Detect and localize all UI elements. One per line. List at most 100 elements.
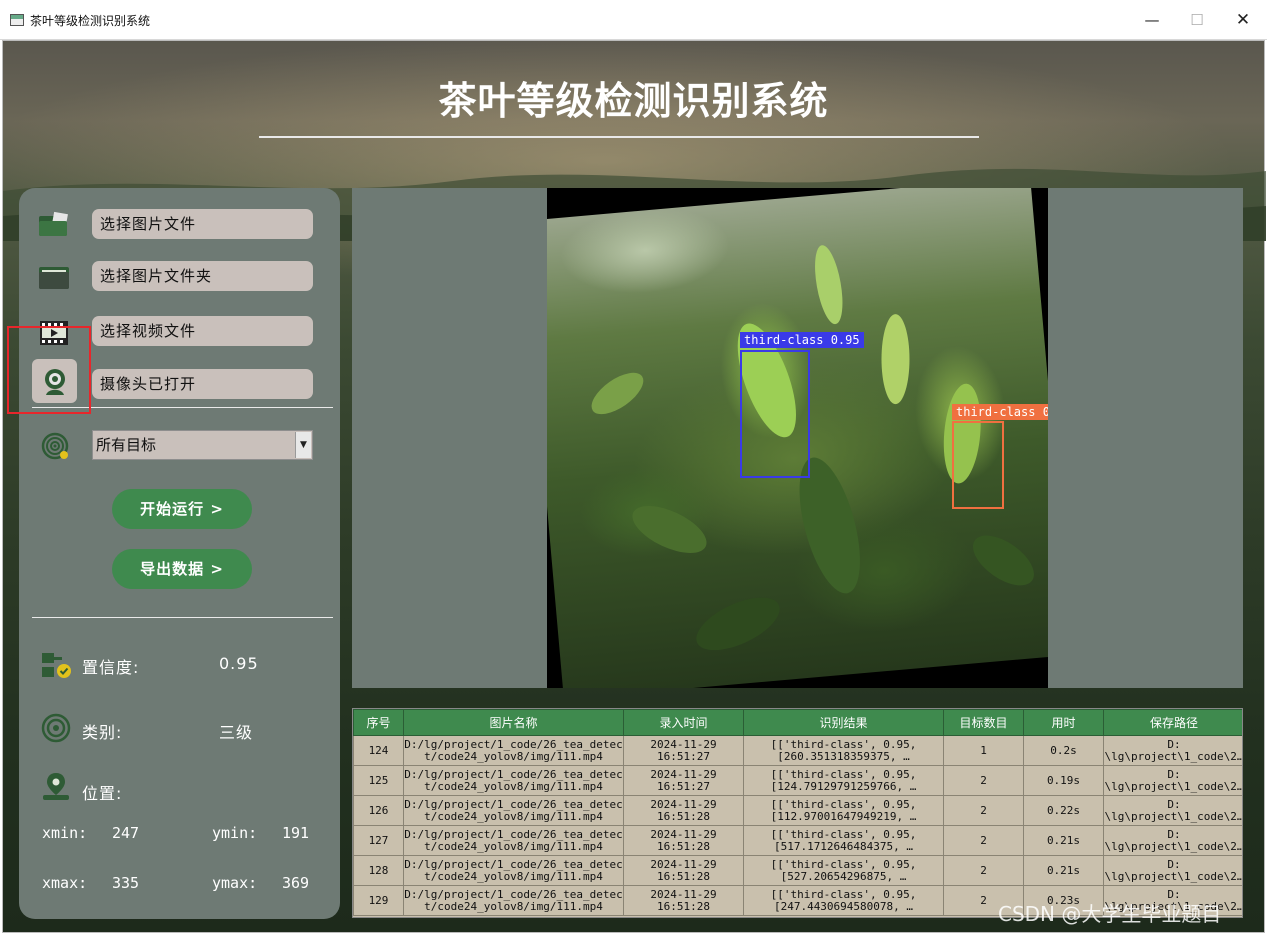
column-header[interactable]: 用时	[1023, 709, 1104, 736]
detection-box-2	[952, 421, 1004, 509]
result-cell-text: [247.4430694580078, …	[773, 899, 914, 913]
ymax-label: ymax:	[212, 874, 258, 892]
target-select-value: 所有目标	[96, 436, 157, 454]
target-count-cell: 2	[943, 795, 1024, 826]
page-title: 茶叶等级检测识别系统	[438, 79, 829, 123]
column-header[interactable]: 识别结果	[743, 709, 944, 736]
close-button[interactable]: ✕	[1228, 8, 1258, 32]
save-path-cell: D: \lg\project\1_code\2…	[1103, 795, 1243, 826]
window-titlebar: 茶叶等级检测识别系统 — ☐ ✕	[0, 0, 1267, 40]
category-label: 类别:	[82, 723, 123, 742]
image-name-cell-text: D:/lg/project/1_code/26_tea_detect/code2…	[404, 857, 623, 883]
column-header[interactable]: 录入时间	[623, 709, 744, 736]
entry-time-cell-text: 16:51:27	[657, 779, 710, 793]
save-path-cell-text: D:	[1167, 767, 1181, 781]
save-path-cell: D: \lg\project\1_code\2…	[1103, 765, 1243, 796]
chevron-down-icon[interactable]: ▼	[295, 432, 311, 458]
row-id-cell: 129	[353, 885, 404, 916]
image-name-cell: D:/lg/project/1_code/26_tea_detect/code2…	[403, 855, 624, 886]
select-video-button[interactable]: 选择视频文件	[92, 316, 313, 346]
column-header[interactable]: 序号	[353, 709, 404, 736]
column-header[interactable]: 保存路径	[1103, 709, 1242, 736]
result-cell-text: [527.20654296875, …	[780, 869, 907, 883]
result-cell-text: [260.351318359375, …	[777, 749, 910, 763]
table-row[interactable]: 127 D:/lg/project/1_code/26_tea_detect/co…	[353, 825, 1242, 856]
table-row[interactable]: 125 D:/lg/project/1_code/26_tea_detect/co…	[353, 765, 1243, 796]
result-cell-text: [['third-class', 0.95,	[770, 767, 917, 781]
duration-cell: 0.2s	[1023, 735, 1104, 766]
result-cell: [['third-class', 0.95, [112.9700164794921…	[743, 795, 944, 826]
target-count-cell-text: 2	[980, 803, 987, 817]
select-image-button[interactable]: 选择图片文件	[92, 209, 313, 239]
entry-time-cell-text: 16:51:27	[657, 749, 710, 763]
confidence-label: 置信度:	[82, 658, 140, 677]
image-name-cell-text: D:/lg/project/1_code/26_tea_detect/code2…	[404, 797, 623, 823]
image-display: third-class 0.95 third-class 0.9	[352, 188, 1243, 688]
confidence-icon	[42, 653, 71, 678]
row-id-cell: 125	[353, 765, 404, 796]
export-data-button[interactable]: 导出数据 >	[112, 549, 252, 589]
result-cell: [['third-class', 0.95, [527.20654296875, …	[743, 855, 944, 886]
entry-time-cell-text: 2024-11-29	[650, 827, 717, 841]
row-id-cell: 124	[353, 735, 404, 766]
duration-cell: 0.22s	[1023, 795, 1104, 826]
row-id-cell: 128	[353, 855, 404, 886]
target-select[interactable]: 所有目标 ▼	[92, 430, 313, 460]
webcam-highlight-box	[7, 326, 91, 414]
row-id-cell-text: 129	[368, 893, 389, 907]
save-path-cell: D: \lg\project\1_code\2…	[1103, 735, 1242, 766]
row-id-cell-text: 124	[368, 743, 389, 757]
table-row[interactable]: 128 D:/lg/project/1_code/26_tea_detect/co…	[353, 855, 1242, 886]
xmin-value: 247	[112, 824, 140, 842]
maximize-button[interactable]: ☐	[1182, 8, 1212, 32]
duration-cell-text: 0.2s	[1050, 743, 1077, 757]
duration-cell: 0.21s	[1023, 825, 1104, 856]
target-count-cell: 2	[943, 765, 1024, 796]
entry-time-cell-text: 16:51:28	[657, 809, 710, 823]
image-folder-icon	[39, 211, 68, 236]
column-header[interactable]: 图片名称	[403, 709, 624, 736]
image-name-cell: D:/lg/project/1_code/26_tea_detect/code2…	[403, 825, 624, 856]
select-folder-button[interactable]: 选择图片文件夹	[92, 261, 313, 291]
save-path-cell: D: \lg\project\1_code\2…	[1103, 825, 1242, 856]
start-run-button[interactable]: 开始运行 >	[112, 489, 252, 529]
detection-label-2: third-class 0.9	[952, 404, 1048, 420]
row-id-cell-text: 125	[368, 773, 389, 787]
save-path-cell-text: \lg\project\1_code\2…	[1104, 779, 1243, 793]
result-cell-text: [['third-class', 0.95,	[770, 737, 917, 751]
result-cell: [['third-class', 0.95, [124.7912979125976…	[743, 765, 944, 796]
confidence-value: 0.95	[219, 654, 259, 673]
table-row[interactable]: 126 D:/lg/project/1_code/26_tea_detect/co…	[353, 795, 1243, 826]
select-image-row: 选择图片文件	[19, 207, 340, 247]
image-name-cell: D:/lg/project/1_code/26_tea_detect/code2…	[403, 795, 624, 826]
column-header[interactable]: 目标数目	[943, 709, 1024, 736]
image-name-cell-text: D:/lg/project/1_code/26_tea_detect/code2…	[404, 737, 623, 763]
entry-time-cell-text: 16:51:28	[657, 899, 710, 913]
target-count-cell-text: 2	[980, 773, 987, 787]
results-table[interactable]: 序号 图片名称 录入时间 识别结果 目标数目 用时 保存路径 124 D:/lg/…	[352, 708, 1243, 918]
folder-icon	[39, 267, 69, 289]
webcam-toggle-button[interactable]: 摄像头已打开	[92, 369, 313, 399]
entry-time-cell: 2024-11-29 16:51:28	[623, 855, 744, 886]
target-count-cell: 2	[943, 825, 1024, 856]
minimize-button[interactable]: —	[1137, 8, 1167, 32]
select-folder-row: 选择图片文件夹	[19, 259, 340, 299]
duration-cell-text: 0.22s	[1046, 803, 1081, 817]
duration-cell-text: 0.21s	[1046, 863, 1081, 877]
row-id-cell: 126	[353, 795, 404, 826]
image-name-cell-text: D:/lg/project/1_code/26_tea_detect/code2…	[404, 767, 623, 793]
detection-label-1: third-class 0.95	[740, 332, 864, 348]
entry-time-cell: 2024-11-29 16:51:28	[623, 825, 744, 856]
target-count-cell: 2	[943, 855, 1024, 886]
result-cell-text: [124.79129791259766, …	[770, 779, 917, 793]
control-panel: 选择图片文件 选择图片文件夹 选择视频文件 摄像头已打开 所有目标 ▼ 开始运行…	[19, 188, 340, 919]
entry-time-cell-text: 2024-11-29	[650, 887, 717, 901]
save-path-cell-text: \lg\project\1_code\2…	[1104, 809, 1243, 823]
entry-time-cell-text: 2024-11-29	[650, 767, 717, 781]
save-path-cell-text: D:	[1167, 797, 1181, 811]
table-row[interactable]: 124 D:/lg/project/1_code/26_tea_detect/co…	[353, 735, 1242, 766]
target-icon	[41, 432, 69, 460]
save-path-cell-text: D:	[1167, 857, 1181, 871]
entry-time-cell-text: 16:51:28	[657, 869, 710, 883]
ymax-value: 369	[282, 874, 310, 892]
